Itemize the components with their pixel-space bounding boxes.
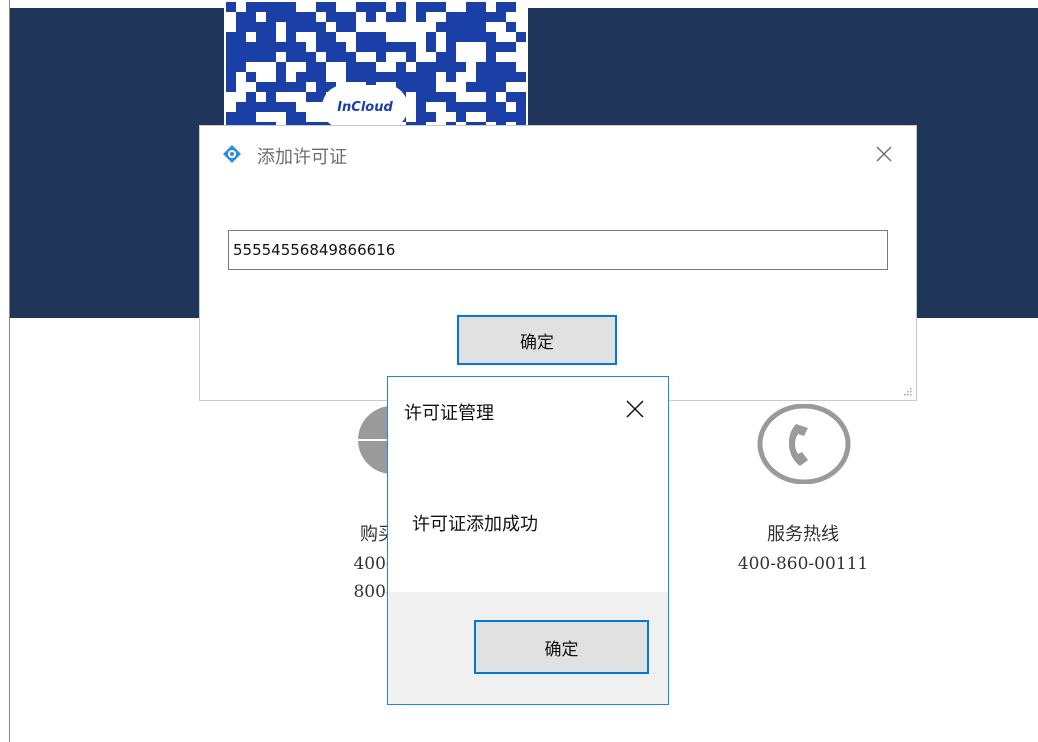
ok-button[interactable]: 确定: [474, 620, 649, 674]
license-message-box: 许可证管理 许可证添加成功 确定: [387, 376, 669, 705]
resize-grip-icon[interactable]: [902, 386, 912, 396]
close-icon[interactable]: [870, 140, 898, 168]
close-icon[interactable]: [622, 396, 648, 422]
success-message: 许可证添加成功: [412, 514, 538, 535]
service-hotline-label: 服务热线: [767, 524, 839, 545]
incloud-logo-text: InCloud: [337, 99, 393, 115]
phone-icon: [757, 404, 851, 484]
incloud-logo: InCloud: [322, 85, 408, 129]
app-logo-icon: [223, 145, 241, 163]
license-input[interactable]: 55554556849866616: [228, 230, 888, 270]
qr-code: InCloud: [224, 0, 528, 142]
ok-button[interactable]: 确定: [457, 315, 617, 365]
add-license-dialog: 添加许可证 55554556849866616 确定: [199, 125, 917, 401]
service-hotline-number: 400-860-00111: [737, 554, 869, 574]
message-box-title: 许可证管理: [404, 403, 494, 424]
window-left-border: [9, 0, 10, 742]
contact-service: 服务热线 400-860-00111: [728, 520, 878, 574]
dialog-title: 添加许可证: [257, 147, 347, 168]
